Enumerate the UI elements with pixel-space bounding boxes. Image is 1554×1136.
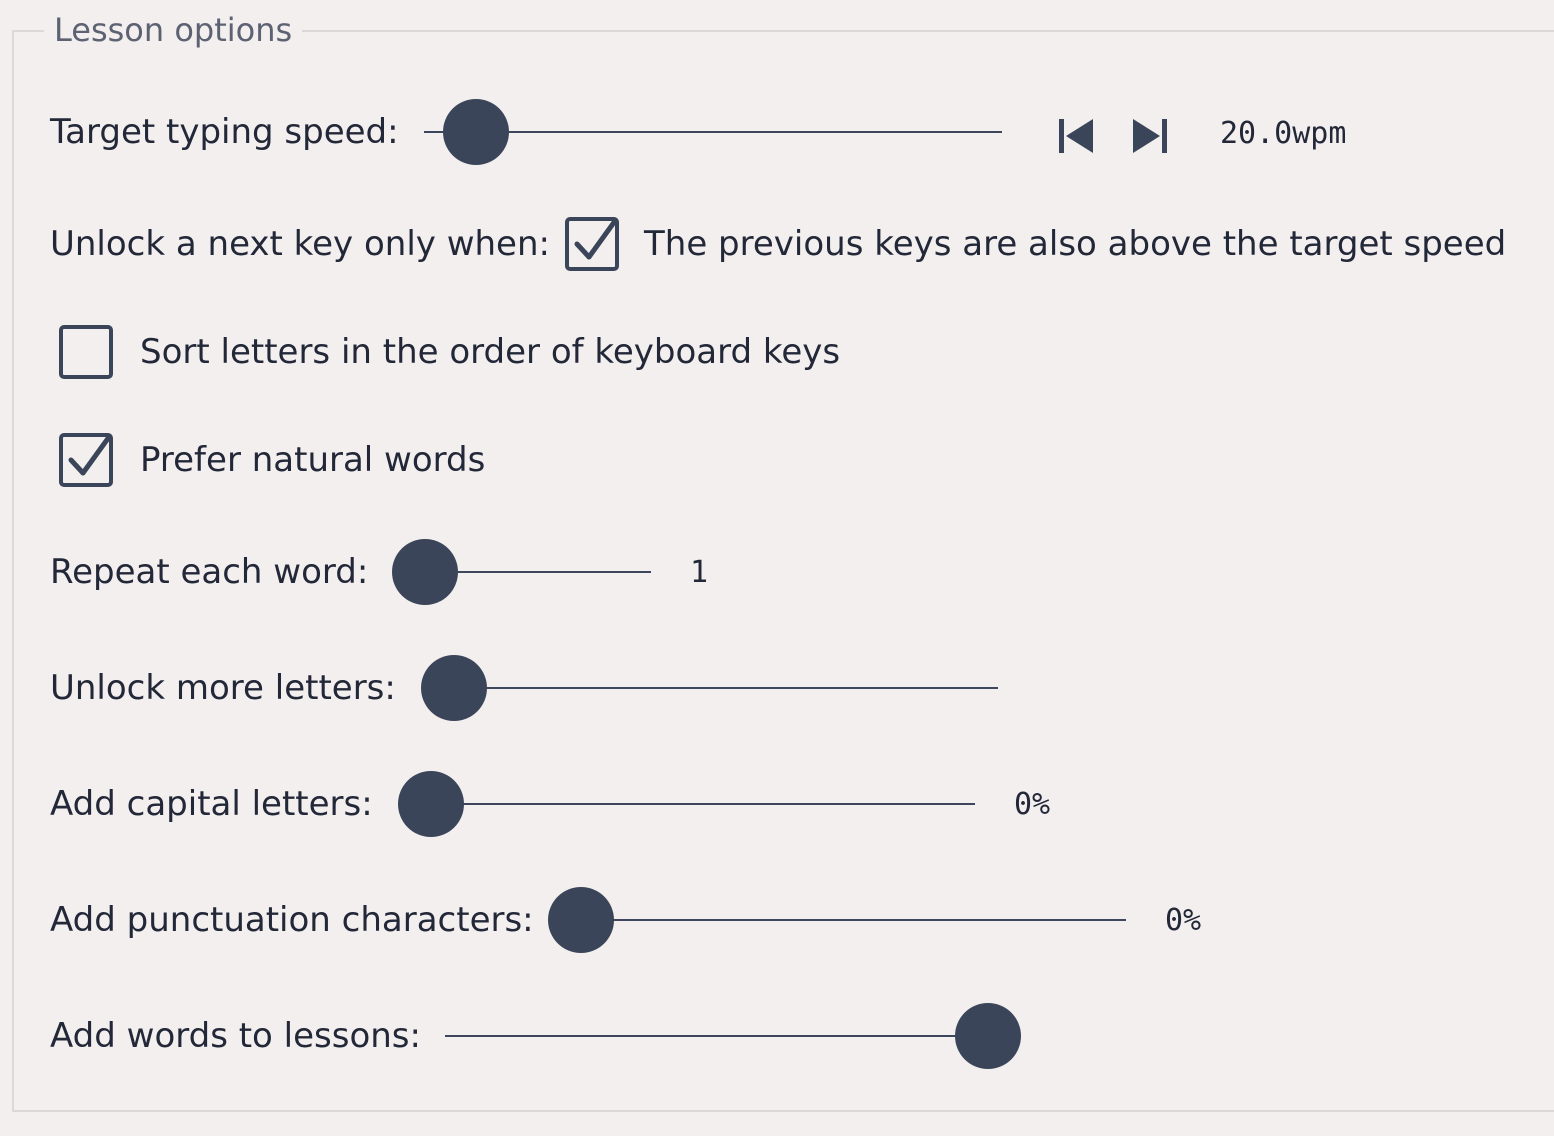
target-speed-label: Target typing speed: [50,112,399,152]
target-speed-value: 20.0wpm [1220,116,1347,151]
unlock-next-key-label: Unlock a next key only when: [50,224,550,264]
natural-words-label[interactable]: Prefer natural words [140,438,485,482]
skip-to-end-icon[interactable] [1130,116,1170,156]
slider-thumb[interactable] [548,887,614,953]
repeat-words-value: 1 [690,555,709,590]
slider-track [425,571,651,573]
natural-words-checkbox[interactable] [59,433,113,487]
unlock-more-letters-label: Unlock more letters: [50,668,396,708]
repeat-words-label: Repeat each word: [50,552,369,592]
slider-track [581,919,1126,921]
slider-thumb[interactable] [392,539,458,605]
capital-letters-value: 0% [1014,787,1051,822]
slider-thumb[interactable] [421,655,487,721]
slider-track [431,803,975,805]
punctuation-value: 0% [1165,903,1202,938]
slider-thumb[interactable] [398,771,464,837]
slider-track [454,687,998,689]
punctuation-label: Add punctuation characters: [50,900,534,940]
slider-thumb[interactable] [443,99,510,165]
unlock-next-key-checkbox[interactable] [565,217,619,271]
punctuation-slider[interactable] [548,887,1126,953]
sort-letters-label[interactable]: Sort letters in the order of keyboard ke… [140,330,840,374]
skip-to-start-icon[interactable] [1056,116,1096,156]
slider-track [445,1035,988,1037]
unlock-next-key-checkbox-label[interactable]: The previous keys are also above the tar… [644,222,1506,266]
words-to-lessons-label: Add words to lessons: [50,1016,421,1056]
capital-letters-slider[interactable] [398,771,975,837]
slider-thumb[interactable] [955,1003,1021,1069]
words-to-lessons-slider[interactable] [445,1003,1021,1069]
repeat-words-slider[interactable] [392,539,651,605]
unlock-more-letters-slider[interactable] [421,655,998,721]
lesson-options-legend: Lesson options [44,8,303,52]
sort-letters-checkbox[interactable] [59,325,113,379]
capital-letters-label: Add capital letters: [50,784,373,824]
target-speed-slider[interactable] [424,99,1002,165]
slider-track [424,131,1002,133]
